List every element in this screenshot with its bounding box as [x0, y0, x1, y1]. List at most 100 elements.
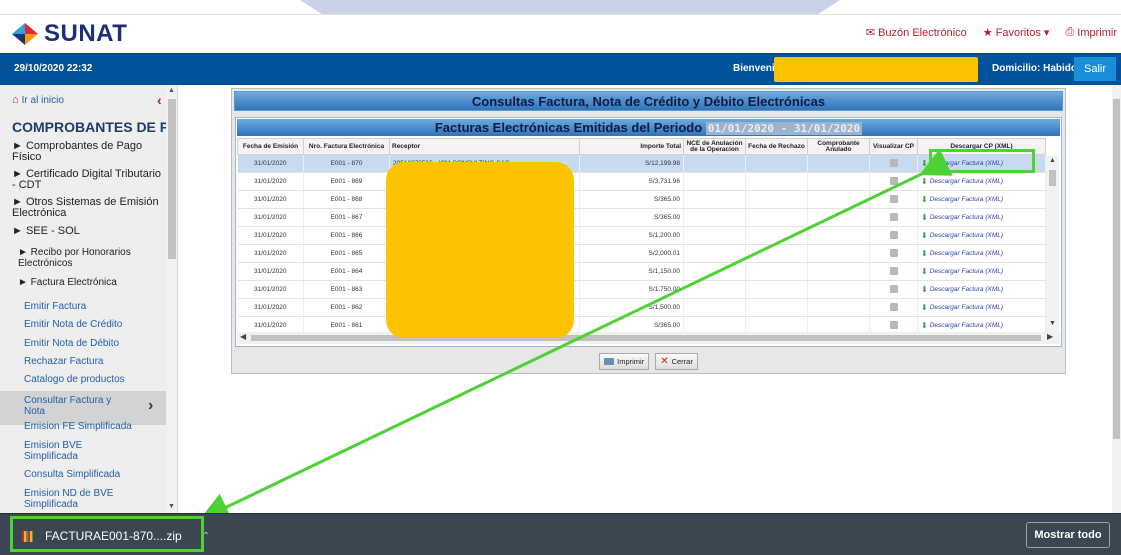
descargar-cell: ⬇ Descargar Factura (XML) — [917, 208, 1046, 227]
view-document-icon[interactable] — [889, 320, 898, 329]
sidebar-item-otros-sistemas[interactable]: ► Otros Sistemas de Emisión Electrónica — [12, 197, 166, 219]
visualizar-cell — [869, 208, 918, 227]
facturas-title: Facturas Electrónicas Emitidas del Perio… — [237, 119, 1060, 136]
table-row[interactable]: 31/01/2020E001 - 87020516070566 - ICM CO… — [237, 154, 1046, 173]
sidebar-link-consultar-factura[interactable]: Consultar Factura y Nota — [24, 395, 134, 417]
scroll-right-icon[interactable]: ▶ — [1047, 332, 1053, 341]
download-xml-link[interactable]: ⬇ Descargar Factura (XML) — [921, 321, 1003, 330]
print-button-label: Imprimir — [617, 357, 645, 366]
column-header[interactable]: Comprobante Anulado — [807, 138, 870, 155]
nce-anulacion-cell — [683, 226, 746, 245]
fecha-cell: 31/01/2020 — [237, 262, 304, 281]
download-icon: ⬇ — [921, 267, 928, 276]
highlight-downloaded-file — [10, 516, 204, 552]
nro-factura-cell: E001 - 868 — [303, 190, 390, 209]
download-xml-link[interactable]: ⬇ Descargar Factura (XML) — [921, 249, 1003, 258]
sidebar-link-catalogo[interactable]: Catalogo de productos — [24, 374, 164, 385]
sidebar-link-emitir-factura[interactable]: Emitir Factura — [24, 301, 164, 312]
sidebar-link-emision-fe-simplificada[interactable]: Emision FE Simplificada — [24, 421, 164, 432]
descargar-cell: ⬇ Descargar Factura (XML) — [917, 244, 1046, 263]
view-document-icon[interactable] — [889, 212, 898, 221]
download-xml-link[interactable]: ⬇ Descargar Factura (XML) — [921, 285, 1003, 294]
sunat-logo[interactable]: SUNAT — [10, 20, 127, 48]
view-document-icon[interactable] — [889, 176, 898, 185]
show-all-downloads-button[interactable]: Mostrar todo — [1026, 522, 1110, 548]
comprobante-anulado-cell — [807, 154, 870, 173]
buzon-link[interactable]: ✉ Buzón Electrónico — [866, 26, 967, 40]
column-header[interactable]: Fecha de Emisión — [237, 138, 304, 155]
column-header[interactable]: Fecha de Rechazo — [745, 138, 808, 155]
scroll-down-icon[interactable]: ▼ — [1049, 320, 1056, 327]
home-link[interactable]: ⌂ Ir al inicio — [12, 94, 64, 106]
download-xml-link[interactable]: ⬇ Descargar Factura (XML) — [921, 231, 1003, 240]
download-link-label: Descargar Factura (XML) — [929, 286, 1004, 293]
table-row[interactable]: 31/01/2020 E001 - 862 S/1,500.00 ⬇ Descargar… — [237, 298, 1046, 317]
sidebar-link-consulta-simplificada[interactable]: Consulta Simplificada — [24, 469, 164, 480]
table-horizontal-scrollbar[interactable]: ◀ ▶ — [237, 332, 1060, 344]
sidebar-item-factura-electronica[interactable]: ► Factura Electrónica — [18, 277, 158, 288]
table-row[interactable]: 31/01/2020 E001 - 865 S/2,000.01 ⬇ Descargar… — [237, 244, 1046, 263]
column-header[interactable]: NCE de Anulación de la Operacion — [683, 138, 746, 155]
download-xml-link[interactable]: ⬇ Descargar Factura (XML) — [921, 303, 1003, 312]
fecha-rechazo-cell — [745, 154, 808, 173]
imprimir-link[interactable]: ⎙ Imprimir — [1065, 26, 1117, 39]
facturas-table: Fecha de Emisión Nro. Factura Electrónic… — [237, 138, 1046, 335]
table-row[interactable]: 31/01/2020 E001 - 866 S/1,200.00 ⬇ Descargar… — [237, 226, 1046, 245]
download-xml-link[interactable]: ⬇ Descargar Factura (XML) — [921, 177, 1003, 186]
view-document-icon[interactable] — [889, 194, 898, 203]
collapse-sidebar-icon[interactable]: ‹ — [157, 92, 162, 108]
consultas-panel: Consultas Factura, Nota de Crédito y Déb… — [231, 88, 1066, 374]
sidebar-scrollbar[interactable]: ▲ ▼ — [166, 85, 177, 513]
column-header[interactable]: Visualizar CP — [869, 138, 918, 155]
view-document-icon[interactable] — [889, 230, 898, 239]
sidebar-item-comprobantes-fisico[interactable]: ► Comprobantes de Pago Físico — [12, 141, 166, 163]
table-row[interactable]: 31/01/2020 E001 - 867 S/365.00 ⬇ Descargar F… — [237, 208, 1046, 227]
sidebar-item-cdt[interactable]: ► Certificado Digital Tributario - CDT — [12, 169, 166, 191]
column-header[interactable]: Importe Total — [579, 138, 684, 155]
sidebar-item-see-sol[interactable]: ► SEE - SOL — [12, 226, 166, 237]
table-row[interactable]: 31/01/2020 E001 - 863 S/1,750.00 ⬇ Descargar… — [237, 280, 1046, 299]
scroll-down-icon[interactable]: ▼ — [168, 503, 175, 510]
table-vertical-scrollbar[interactable]: ▲ ▼ — [1046, 156, 1059, 332]
page-scroll-thumb[interactable] — [1113, 99, 1120, 439]
print-button[interactable]: Imprimir — [599, 353, 650, 370]
nce-anulacion-cell — [683, 154, 746, 173]
table-hscroll-thumb[interactable] — [251, 335, 1041, 341]
logout-button[interactable]: Salir — [1074, 57, 1116, 81]
page-scrollbar[interactable] — [1112, 85, 1121, 513]
download-xml-link[interactable]: ⬇ Descargar Factura (XML) — [921, 195, 1003, 204]
nce-anulacion-cell — [683, 172, 746, 191]
sidebar-link-emision-nd-bve[interactable]: Emision ND de BVE Simplificada — [24, 488, 124, 510]
scroll-up-icon[interactable]: ▲ — [1049, 157, 1056, 164]
sidebar-link-rechazar-factura[interactable]: Rechazar Factura — [24, 356, 164, 367]
download-xml-link[interactable]: ⬇ Descargar Factura (XML) — [921, 267, 1003, 276]
favoritos-menu[interactable]: ★ Favoritos ▾ — [983, 26, 1050, 39]
sidebar-link-emitir-nota-credito[interactable]: Emitir Nota de Crédito — [24, 319, 164, 330]
table-row[interactable]: 31/01/2020 E001 - 864 S/1,150.00 ⬇ Descargar… — [237, 262, 1046, 281]
nro-factura-cell: E001 - 864 — [303, 262, 390, 281]
table-row[interactable]: 31/01/2020 E001 - 868 S/365.00 ⬇ Descargar F… — [237, 190, 1046, 209]
column-header[interactable]: Receptor — [389, 138, 580, 155]
view-document-icon[interactable] — [889, 158, 898, 167]
nce-anulacion-cell — [683, 262, 746, 281]
column-header[interactable]: Nro. Factura Electrónica — [303, 138, 390, 155]
view-document-icon[interactable] — [889, 284, 898, 293]
sidebar-link-emitir-nota-debito[interactable]: Emitir Nota de Débito — [24, 338, 164, 349]
view-document-icon[interactable] — [889, 302, 898, 311]
sidebar-scroll-thumb[interactable] — [168, 99, 176, 259]
view-document-icon[interactable] — [889, 248, 898, 257]
view-document-icon[interactable] — [889, 266, 898, 275]
sunat-logo-icon — [12, 23, 38, 45]
fecha-rechazo-cell — [745, 298, 808, 317]
visualizar-cell — [869, 154, 918, 173]
sidebar-link-emision-bve[interactable]: Emision BVE Simplificada — [24, 440, 94, 462]
sidebar-item-recibo-honorarios[interactable]: ► Recibo por Honorarios Electrónicos — [18, 247, 158, 269]
download-icon: ⬇ — [921, 285, 928, 294]
table-row[interactable]: 31/01/2020E001 - 8692S/3,731.96⬇Descarga… — [237, 172, 1046, 191]
scroll-left-icon[interactable]: ◀ — [240, 332, 246, 341]
scroll-up-icon[interactable]: ▲ — [168, 87, 175, 94]
table-scroll-thumb[interactable] — [1049, 170, 1056, 186]
download-xml-link[interactable]: ⬇ Descargar Factura (XML) — [921, 213, 1003, 222]
close-button[interactable]: ✕ Cerrar — [655, 353, 698, 370]
nce-anulacion-cell — [683, 280, 746, 299]
